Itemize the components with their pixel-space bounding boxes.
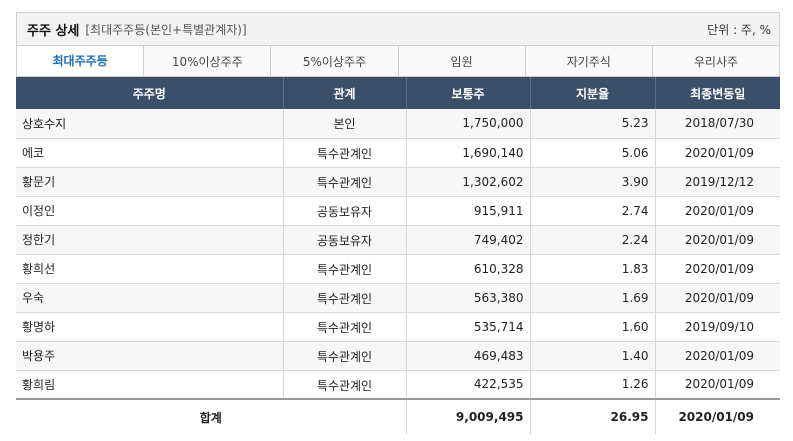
- header-left: 주주 상세 [최대주주등(본인+특별관계자)]: [27, 20, 247, 39]
- cell-name: 이정인: [16, 196, 284, 226]
- cell-name: 황문기: [16, 167, 284, 197]
- cell-shares: 1,750,000: [406, 109, 531, 139]
- cell-relation: 특수관계인: [283, 283, 407, 313]
- table-row: 정한기 공동보유자 749,402 2.24 2020/01/09: [16, 225, 780, 255]
- unit-label: 단위 : 주, %: [707, 22, 771, 37]
- cell-ratio: 1.83: [530, 254, 656, 284]
- cell-name: 박용주: [16, 341, 284, 371]
- tab-bar: 최대주주등 10%이상주주 5%이상주주 임원 자기주식 우리사주: [16, 46, 780, 77]
- table-row: 황희선 특수관계인 610,328 1.83 2020/01/09: [16, 254, 780, 284]
- cell-name: 황명하: [16, 312, 284, 342]
- cell-relation: 특수관계인: [283, 341, 407, 371]
- tab-major-shareholders[interactable]: 최대주주등: [17, 46, 145, 76]
- table-header-row: 주주명 관계 보통주 지분율 최종변동일: [16, 77, 780, 109]
- cell-name: 황희림: [16, 370, 284, 400]
- table-row: 황명하 특수관계인 535,714 1.60 2019/09/10: [16, 312, 780, 342]
- total-shares: 9,009,495: [406, 398, 531, 434]
- cell-relation: 공동보유자: [283, 196, 407, 226]
- cell-relation: 본인: [283, 109, 407, 139]
- tab-5pct-shareholders[interactable]: 5%이상주주: [271, 46, 399, 76]
- cell-relation: 특수관계인: [283, 370, 407, 400]
- table-row: 상호수지 본인 1,750,000 5.23 2018/07/30: [16, 109, 780, 139]
- cell-ratio: 1.69: [530, 283, 656, 313]
- cell-relation: 공동보유자: [283, 225, 407, 255]
- cell-ratio: 1.60: [530, 312, 656, 342]
- cell-date: 2020/01/09: [655, 138, 780, 168]
- cell-relation: 특수관계인: [283, 167, 407, 197]
- cell-shares: 563,380: [406, 283, 531, 313]
- total-row: 합계 9,009,495 26.95 2020/01/09: [16, 398, 780, 434]
- cell-date: 2020/01/09: [655, 341, 780, 371]
- cell-name: 황희선: [16, 254, 284, 284]
- table-row: 황희림 특수관계인 422,535 1.26 2020/01/09: [16, 370, 780, 400]
- cell-ratio: 1.40: [530, 341, 656, 371]
- cell-shares: 1,690,140: [406, 138, 531, 168]
- cell-shares: 1,302,602: [406, 167, 531, 197]
- cell-ratio: 2.74: [530, 196, 656, 226]
- tab-treasury-stock[interactable]: 자기주식: [525, 46, 653, 76]
- cell-shares: 915,911: [406, 196, 531, 226]
- column-header-name: 주주명: [16, 77, 284, 109]
- cell-name: 에코: [16, 138, 284, 168]
- cell-name: 정한기: [16, 225, 284, 255]
- cell-relation: 특수관계인: [283, 138, 407, 168]
- tab-10pct-shareholders[interactable]: 10%이상주주: [144, 46, 272, 76]
- cell-date: 2018/07/30: [655, 109, 780, 139]
- cell-date: 2020/01/09: [655, 254, 780, 284]
- cell-date: 2020/01/09: [655, 196, 780, 226]
- cell-shares: 422,535: [406, 370, 531, 400]
- cell-ratio: 5.23: [530, 109, 656, 139]
- cell-shares: 610,328: [406, 254, 531, 284]
- cell-date: 2019/12/12: [655, 167, 780, 197]
- tab-executives[interactable]: 임원: [398, 46, 526, 76]
- cell-ratio: 2.24: [530, 225, 656, 255]
- cell-date: 2020/01/09: [655, 225, 780, 255]
- total-label: 합계: [16, 398, 407, 434]
- cell-shares: 749,402: [406, 225, 531, 255]
- cell-date: 2019/09/10: [655, 312, 780, 342]
- column-header-last-change-date: 최종변동일: [655, 77, 780, 109]
- table-row: 황문기 특수관계인 1,302,602 3.90 2019/12/12: [16, 167, 780, 197]
- table-row: 이정인 공동보유자 915,911 2.74 2020/01/09: [16, 196, 780, 226]
- cell-date: 2020/01/09: [655, 283, 780, 313]
- panel-title: 주주 상세: [27, 23, 80, 39]
- table-row: 우숙 특수관계인 563,380 1.69 2020/01/09: [16, 283, 780, 313]
- table-row: 에코 특수관계인 1,690,140 5.06 2020/01/09: [16, 138, 780, 168]
- cell-shares: 469,483: [406, 341, 531, 371]
- cell-relation: 특수관계인: [283, 312, 407, 342]
- cell-ratio: 1.26: [530, 370, 656, 400]
- total-ratio: 26.95: [530, 398, 656, 434]
- cell-name: 우숙: [16, 283, 284, 313]
- cell-ratio: 5.06: [530, 138, 656, 168]
- cell-name: 상호수지: [16, 109, 284, 139]
- column-header-ownership-ratio: 지분율: [530, 77, 656, 109]
- column-header-common-shares: 보통주: [406, 77, 531, 109]
- shareholder-table: 주주명 관계 보통주 지분율 최종변동일 상호수지 본인 1,750,000 5…: [16, 77, 780, 434]
- cell-date: 2020/01/09: [655, 370, 780, 400]
- total-date: 2020/01/09: [655, 398, 780, 434]
- panel-header: 주주 상세 [최대주주등(본인+특별관계자)] 단위 : 주, %: [16, 12, 780, 46]
- shareholder-detail-panel: 주주 상세 [최대주주등(본인+특별관계자)] 단위 : 주, % 최대주주등 …: [16, 12, 780, 434]
- cell-shares: 535,714: [406, 312, 531, 342]
- panel-subtitle: [최대주주등(본인+특별관계자)]: [85, 22, 247, 37]
- column-header-relation: 관계: [283, 77, 407, 109]
- cell-ratio: 3.90: [530, 167, 656, 197]
- table-row: 박용주 특수관계인 469,483 1.40 2020/01/09: [16, 341, 780, 371]
- tab-employee-stock[interactable]: 우리사주: [652, 46, 780, 76]
- cell-relation: 특수관계인: [283, 254, 407, 284]
